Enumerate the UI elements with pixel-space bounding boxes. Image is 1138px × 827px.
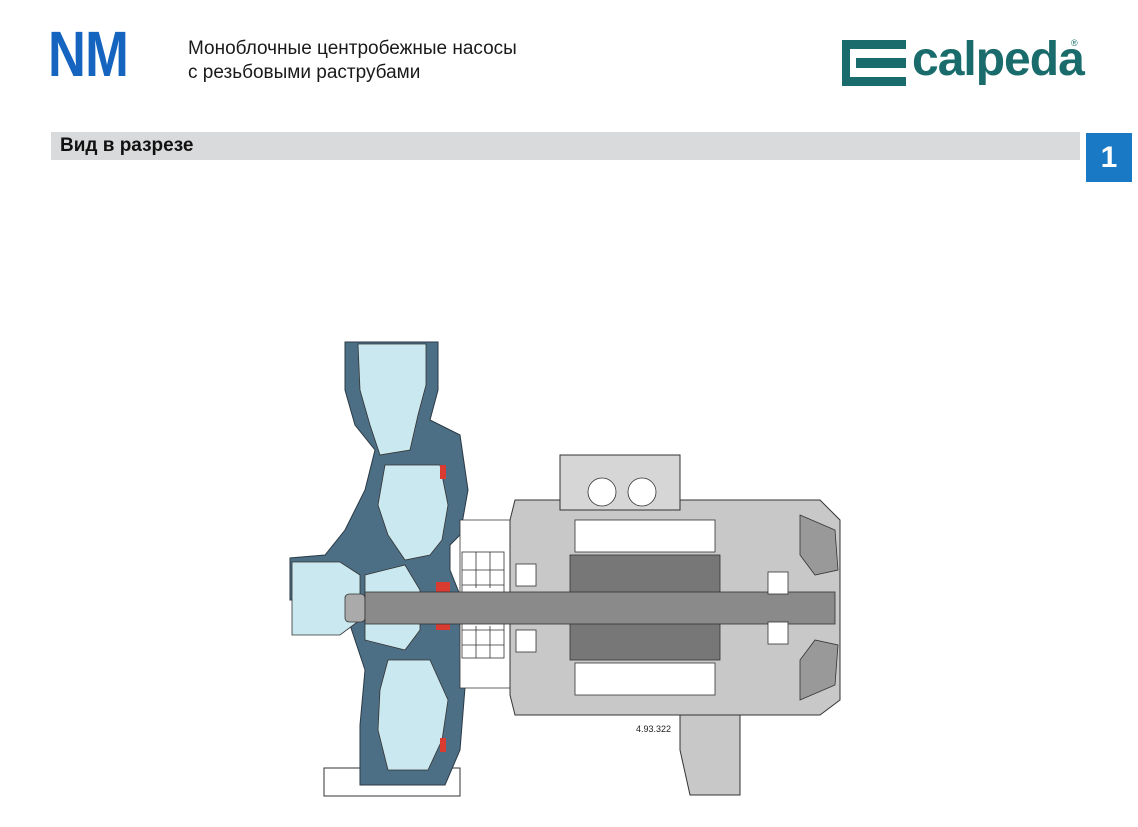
casing-seal-lower [440,738,446,752]
front-bearing-upper [515,563,537,587]
calpeda-logo-text: calpeda [912,33,1085,86]
section-title: Вид в разрезе [60,135,194,156]
registered-mark: ® [1071,38,1078,48]
product-title-line-2: с резьбовыми раструбами [188,62,421,83]
cable-gland-2 [627,477,657,507]
cable-gland-1 [587,477,617,507]
casing-seal-upper [440,465,446,479]
terminal-box [559,454,681,511]
calpeda-logo: calpeda ® [842,33,1085,92]
motor-foot [679,714,741,796]
rear-bearing-lower [767,621,789,645]
product-title: Моноблочные центробежные насосы с резьбо… [188,37,517,85]
impeller-nut [344,593,366,623]
pump-cross-section-drawing [289,341,841,797]
page-number-badge: 1 [1086,133,1132,182]
rear-bearing-upper [767,571,789,595]
front-bearing-lower [515,629,537,653]
motor-shaft [364,591,836,625]
product-code: NM [48,18,129,90]
rotor-upper [569,554,721,596]
section-header-bar: Вид в разрезе [51,132,1080,160]
product-title-line-1: Моноблочные центробежные насосы [188,38,517,59]
drawing-reference-number: 4.93.322 [636,724,672,734]
calpeda-logo-mark-icon [842,40,906,86]
rotor-lower [569,619,721,661]
stator-lower [574,662,716,696]
stator-upper [574,519,716,553]
